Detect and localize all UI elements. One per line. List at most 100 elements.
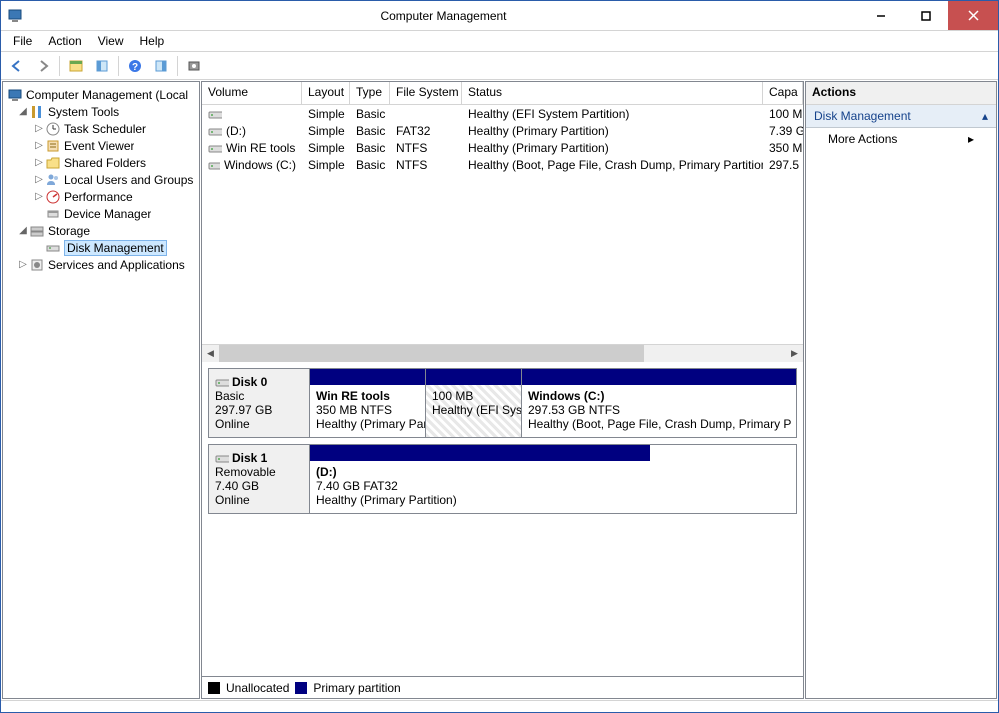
tree-label: Services and Applications xyxy=(48,258,185,272)
volume-row[interactable]: SimpleBasicHealthy (EFI System Partition… xyxy=(202,105,803,122)
minimize-button[interactable] xyxy=(858,1,903,30)
tree-task-scheduler[interactable]: ▷ Task Scheduler xyxy=(3,120,199,137)
vol-status: Healthy (Boot, Page File, Crash Dump, Pr… xyxy=(462,156,763,173)
tree-services-apps[interactable]: ▷ Services and Applications xyxy=(3,256,199,273)
vol-status: Healthy (Primary Partition) xyxy=(462,122,763,139)
volume-row[interactable]: Win RE toolsSimpleBasicNTFSHealthy (Prim… xyxy=(202,139,803,156)
vol-fs: FAT32 xyxy=(390,122,462,139)
partition-body: Windows (C:)297.53 GB NTFSHealthy (Boot,… xyxy=(522,385,796,437)
partition[interactable]: 100 MBHealthy (EFI Sys xyxy=(426,369,522,437)
partition-body: Win RE tools350 MB NTFSHealthy (Primary … xyxy=(310,385,425,437)
action-group-disk-management[interactable]: Disk Management ▴ xyxy=(806,105,996,128)
scroll-right-arrow[interactable]: ▶ xyxy=(786,345,803,362)
expand-icon[interactable]: ▷ xyxy=(33,174,45,185)
volume-rows[interactable]: SimpleBasicHealthy (EFI System Partition… xyxy=(202,105,803,344)
properties-button[interactable] xyxy=(90,54,114,78)
partition[interactable]: (D:)7.40 GB FAT32Healthy (Primary Partit… xyxy=(310,445,650,513)
action-label: More Actions xyxy=(828,132,897,146)
action-group-label: Disk Management xyxy=(814,109,911,123)
menu-file[interactable]: File xyxy=(5,32,40,50)
disk-icon xyxy=(45,240,61,256)
expand-icon[interactable]: ▷ xyxy=(33,140,45,151)
partition[interactable]: Win RE tools350 MB NTFSHealthy (Primary … xyxy=(310,369,426,437)
menu-view[interactable]: View xyxy=(90,32,132,50)
tree-label: Device Manager xyxy=(64,207,151,221)
services-icon xyxy=(29,257,45,273)
vol-type: Basic xyxy=(350,139,390,156)
vol-name: Win RE tools xyxy=(202,139,302,156)
action-more-actions[interactable]: More Actions ▸ xyxy=(806,128,996,150)
tools-icon xyxy=(29,104,45,120)
legend-primary: Primary partition xyxy=(313,681,400,695)
tree-label: Computer Management (Local xyxy=(26,88,188,102)
col-capacity[interactable]: Capa xyxy=(763,82,803,104)
col-filesystem[interactable]: File System xyxy=(390,82,462,104)
disk-panel[interactable]: Disk 0Basic297.97 GBOnlineWin RE tools35… xyxy=(202,362,803,676)
svg-text:?: ? xyxy=(132,62,138,73)
col-status[interactable]: Status xyxy=(462,82,763,104)
vol-layout: Simple xyxy=(302,122,350,139)
window-title: Computer Management xyxy=(29,9,858,23)
close-button[interactable] xyxy=(948,1,998,30)
clock-icon xyxy=(45,121,61,137)
disk-info[interactable]: Disk 0Basic297.97 GBOnline xyxy=(208,368,310,438)
tree-shared-folders[interactable]: ▷ Shared Folders xyxy=(3,154,199,171)
tree-system-tools[interactable]: ◢ System Tools xyxy=(3,103,199,120)
horizontal-scrollbar[interactable]: ◀ ▶ xyxy=(202,344,803,361)
collapse-icon[interactable]: ◢ xyxy=(17,225,29,236)
vol-name: (D:) xyxy=(202,122,302,139)
vol-capacity: 350 M xyxy=(763,139,803,156)
col-volume[interactable]: Volume xyxy=(202,82,302,104)
scroll-track[interactable] xyxy=(219,345,786,362)
expand-icon[interactable]: ▷ xyxy=(17,259,29,270)
vol-type: Basic xyxy=(350,105,390,122)
nav-forward-button[interactable] xyxy=(31,54,55,78)
volume-row[interactable]: (D:)SimpleBasicFAT32Healthy (Primary Par… xyxy=(202,122,803,139)
menubar: File Action View Help xyxy=(1,31,998,52)
vol-capacity: 297.5 xyxy=(763,156,803,173)
maximize-button[interactable] xyxy=(903,1,948,30)
tree-device-manager[interactable]: Device Manager xyxy=(3,205,199,222)
event-icon xyxy=(45,138,61,154)
toolbar: ? xyxy=(1,52,998,80)
help-button[interactable]: ? xyxy=(123,54,147,78)
tree-performance[interactable]: ▷ Performance xyxy=(3,188,199,205)
nav-back-button[interactable] xyxy=(5,54,29,78)
volume-row[interactable]: Windows (C:)SimpleBasicNTFSHealthy (Boot… xyxy=(202,156,803,173)
menu-help[interactable]: Help xyxy=(132,32,173,50)
disk-info[interactable]: Disk 1Removable7.40 GBOnline xyxy=(208,444,310,514)
col-layout[interactable]: Layout xyxy=(302,82,350,104)
tree-storage[interactable]: ◢ Storage xyxy=(3,222,199,239)
tree-local-users[interactable]: ▷ Local Users and Groups xyxy=(3,171,199,188)
nav-tree: Computer Management (Local ◢ System Tool… xyxy=(3,82,199,277)
vol-status: Healthy (Primary Partition) xyxy=(462,139,763,156)
menu-action[interactable]: Action xyxy=(40,32,89,50)
refresh-button[interactable] xyxy=(149,54,173,78)
col-type[interactable]: Type xyxy=(350,82,390,104)
expand-icon[interactable]: ▷ xyxy=(33,191,45,202)
disk-partitions: Win RE tools350 MB NTFSHealthy (Primary … xyxy=(310,368,797,438)
actions-header: Actions xyxy=(806,82,996,105)
disk-block: Disk 0Basic297.97 GBOnlineWin RE tools35… xyxy=(208,368,797,438)
scroll-left-arrow[interactable]: ◀ xyxy=(202,345,219,362)
vol-fs xyxy=(390,105,462,122)
statusbar xyxy=(1,700,998,712)
vol-capacity: 100 M xyxy=(763,105,803,122)
tree-disk-management[interactable]: Disk Management xyxy=(3,239,199,256)
expand-icon[interactable]: ▷ xyxy=(33,123,45,134)
scroll-thumb[interactable] xyxy=(219,345,644,362)
app-icon xyxy=(7,8,23,24)
partition-stripe xyxy=(310,445,650,461)
tree-pane[interactable]: Computer Management (Local ◢ System Tool… xyxy=(2,81,200,699)
collapse-icon[interactable]: ◢ xyxy=(17,106,29,117)
vol-fs: NTFS xyxy=(390,139,462,156)
vol-capacity: 7.39 G xyxy=(763,122,803,139)
partition[interactable]: Windows (C:)297.53 GB NTFSHealthy (Boot,… xyxy=(522,369,796,437)
tree-event-viewer[interactable]: ▷ Event Viewer xyxy=(3,137,199,154)
settings-button[interactable] xyxy=(182,54,206,78)
tree-root[interactable]: Computer Management (Local xyxy=(3,86,199,103)
legend-unallocated: Unallocated xyxy=(226,681,289,695)
show-hide-button[interactable] xyxy=(64,54,88,78)
computer-icon xyxy=(7,87,23,103)
expand-icon[interactable]: ▷ xyxy=(33,157,45,168)
